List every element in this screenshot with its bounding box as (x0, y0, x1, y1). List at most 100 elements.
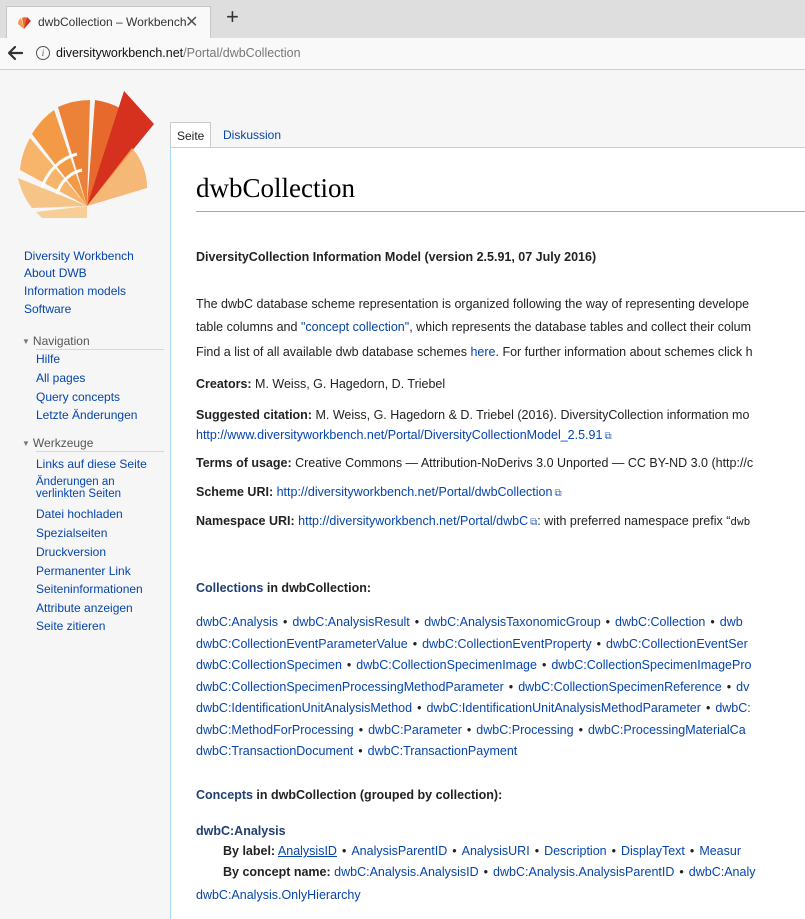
concept-collection-link[interactable]: "concept collection" (301, 320, 409, 334)
collection-link[interactable]: dwbC:TransactionDocument (196, 744, 353, 758)
collection-link[interactable]: dwbC:ProcessingMaterialCa (588, 723, 746, 737)
by-label-label: By label: (223, 844, 276, 858)
collection-link[interactable]: dwbC:CollectionSpecimen (196, 658, 342, 672)
collection-link[interactable]: dwbC:Parameter (368, 723, 462, 737)
collection-link[interactable]: dwbC:CollectionEventSer (606, 637, 748, 651)
sidebar-link-information-models[interactable]: Information models (24, 284, 126, 298)
collection-link[interactable]: dwbC:Collection (615, 615, 705, 629)
concept-link[interactable]: Measur (699, 844, 741, 858)
sidebar-link-datei-hochladen[interactable]: Datei hochladen (36, 507, 123, 521)
tab-title: dwbCollection – Workbench (38, 15, 187, 29)
creators-label: Creators: (196, 377, 252, 391)
collection-link[interactable]: dwbC:CollectionSpecimenProcessingMethodP… (196, 680, 504, 694)
concept-link[interactable]: Description (544, 844, 607, 858)
here-link[interactable]: here (470, 345, 495, 359)
title-divider (196, 211, 805, 212)
collection-row: dwbC:TransactionDocument • dwbC:Transactio… (196, 744, 517, 758)
sidebar-link-aenderungen-an[interactable]: Änderungen an (36, 476, 115, 488)
diversity-workbench-logo[interactable] (12, 88, 162, 218)
concept-link[interactable]: AnalysisParentID (351, 844, 447, 858)
tab-seite[interactable]: Seite (170, 122, 212, 149)
sidebar-link-query-concepts[interactable]: Query concepts (36, 390, 120, 404)
arrow-left-icon[interactable] (4, 42, 28, 64)
sidebar-link-all-pages[interactable]: All pages (36, 371, 85, 385)
browser-tab-bar: dwbCollection – Workbench ✕ + (0, 0, 805, 38)
sidebar-link-hilfe[interactable]: Hilfe (36, 352, 60, 366)
concept-link[interactable]: DisplayText (621, 844, 685, 858)
info-icon[interactable]: i (36, 46, 50, 60)
by-concept-label: By concept name: (223, 865, 331, 879)
sidebar-link-attribute-anzeigen[interactable]: Attribute anzeigen (36, 601, 133, 615)
sidebar-link-links-auf-diese-seite[interactable]: Links auf diese Seite (36, 457, 147, 471)
new-tab-icon[interactable]: + (226, 5, 239, 29)
sidebar-heading-werkzeuge[interactable]: ▼ Werkzeuge (22, 436, 93, 450)
bullet-separator: • (611, 844, 616, 858)
sidebar-link-software[interactable]: Software (24, 302, 71, 316)
collection-link[interactable]: dwbC:TransactionPayment (368, 744, 518, 758)
sidebar-heading-navigation[interactable]: ▼ Navigation (22, 334, 90, 348)
collection-link[interactable]: dwb (720, 615, 743, 629)
intro-text: table columns and (196, 320, 301, 334)
url-bar[interactable]: diversityworkbench.net/Portal/dwbCollect… (56, 46, 301, 60)
collections-heading: Collections in dwbCollection: (196, 581, 371, 595)
collections-heading-rest: in dwbCollection: (263, 581, 372, 595)
bullet-separator: • (605, 615, 611, 629)
collection-row: dwbC:CollectionSpecimenProcessingMethodP… (196, 680, 749, 694)
bullet-separator: • (710, 615, 715, 629)
collection-link[interactable]: dwbC:AnalysisResult (292, 615, 409, 629)
sidebar-link-permanenter-link[interactable]: Permanenter Link (36, 564, 131, 578)
creators-line: Creators: M. Weiss, G. Hagedorn, D. Trie… (196, 377, 445, 391)
collection-link[interactable]: dwbC:MethodForProcessing (196, 723, 354, 737)
external-link-icon: ⧉ (604, 431, 612, 442)
collection-link[interactable]: dwbC:CollectionEventParameterValue (196, 637, 408, 651)
bullet-separator: • (452, 844, 457, 858)
model-heading: DiversityCollection Information Model (v… (196, 250, 597, 264)
scheme-uri-link[interactable]: http://diversityworkbench.net/Portal/dwb… (277, 485, 553, 499)
collection-link[interactable]: dwbC:CollectionSpecimenReference (518, 680, 722, 694)
citation-label: Suggested citation: (196, 408, 312, 422)
bullet-separator: • (358, 744, 363, 758)
sidebar-link-diversity-workbench[interactable]: Diversity Workbench (24, 249, 134, 263)
sidebar-link-seiteninformationen[interactable]: Seiteninformationen (36, 582, 143, 596)
creators-value: M. Weiss, G. Hagedorn, D. Triebel (251, 377, 446, 391)
find-text: . For further information about schemes … (495, 345, 753, 359)
collection-link[interactable]: dwbC:AnalysisTaxonomicGroup (424, 615, 600, 629)
bullet-separator: • (508, 679, 514, 694)
concepts-heading-rest: in dwbCollection (grouped by collection)… (252, 788, 503, 802)
concept-link[interactable]: dwbC:Analysis.OnlyHierarchy (196, 888, 361, 902)
sidebar-link-about-dwb[interactable]: About DWB (24, 266, 87, 280)
namespace-uri-link[interactable]: http://diversityworkbench.net/Portal/dwb… (298, 514, 528, 528)
close-tab-icon[interactable]: ✕ (185, 12, 198, 32)
sidebar-link-letzte-aenderungen[interactable]: Letzte Änderungen (36, 408, 137, 422)
sidebar-link-druckversion[interactable]: Druckversion (36, 545, 106, 559)
concept-link[interactable]: dwbC:Analysis.AnalysisParentID (493, 865, 674, 879)
collection-link[interactable]: dwbC:Analysis (196, 615, 278, 629)
werkzeuge-heading-label: Werkzeuge (32, 436, 94, 450)
sidebar-divider (36, 349, 164, 350)
sidebar-link-seite-zitieren[interactable]: Seite zitieren (36, 619, 105, 633)
collection-link[interactable]: dwbC:Processing (476, 723, 573, 737)
collection-link[interactable]: dv (736, 680, 749, 694)
citation-url-link[interactable]: http://www.diversityworkbench.net/Portal… (196, 428, 602, 442)
triangle-down-icon: ▼ (22, 439, 30, 448)
concept-link[interactable]: dwbC:Analysis.AnalysisID (334, 865, 479, 879)
terms-value: Creative Commons — Attribution-NoDerivs … (291, 456, 754, 470)
concept-link[interactable]: dwbC:Analy (689, 865, 756, 879)
collection-link[interactable]: dwbC:CollectionSpecimenImagePro (551, 658, 751, 672)
tab-diskussion[interactable]: Diskussion (219, 122, 285, 148)
namespace-prefix: dwb (730, 515, 751, 528)
collection-link[interactable]: dwbC:IdentificationUnitAnalysisMethod (196, 701, 412, 715)
concept-link[interactable]: AnalysisURI (462, 844, 530, 858)
navigation-heading-label: Navigation (32, 334, 90, 348)
concept-link[interactable]: AnalysisID (278, 844, 337, 858)
concepts-word: Concepts (196, 788, 253, 802)
collection-link[interactable]: dwbC:CollectionSpecimenImage (356, 658, 537, 672)
bullet-separator: • (412, 636, 418, 651)
collection-link[interactable]: dwbC:CollectionEventProperty (422, 637, 592, 651)
sidebar-link-verlinkten-seiten[interactable]: verlinkten Seiten (36, 488, 121, 500)
sidebar-link-spezialseiten[interactable]: Spezialseiten (36, 526, 107, 540)
collection-link[interactable]: dwbC: (715, 701, 750, 715)
find-line: Find a list of all available dwb databas… (196, 345, 753, 359)
collection-link[interactable]: dwbC:IdentificationUnitAnalysisMethodPar… (426, 701, 700, 715)
browser-tab[interactable]: dwbCollection – Workbench ✕ (6, 6, 211, 38)
